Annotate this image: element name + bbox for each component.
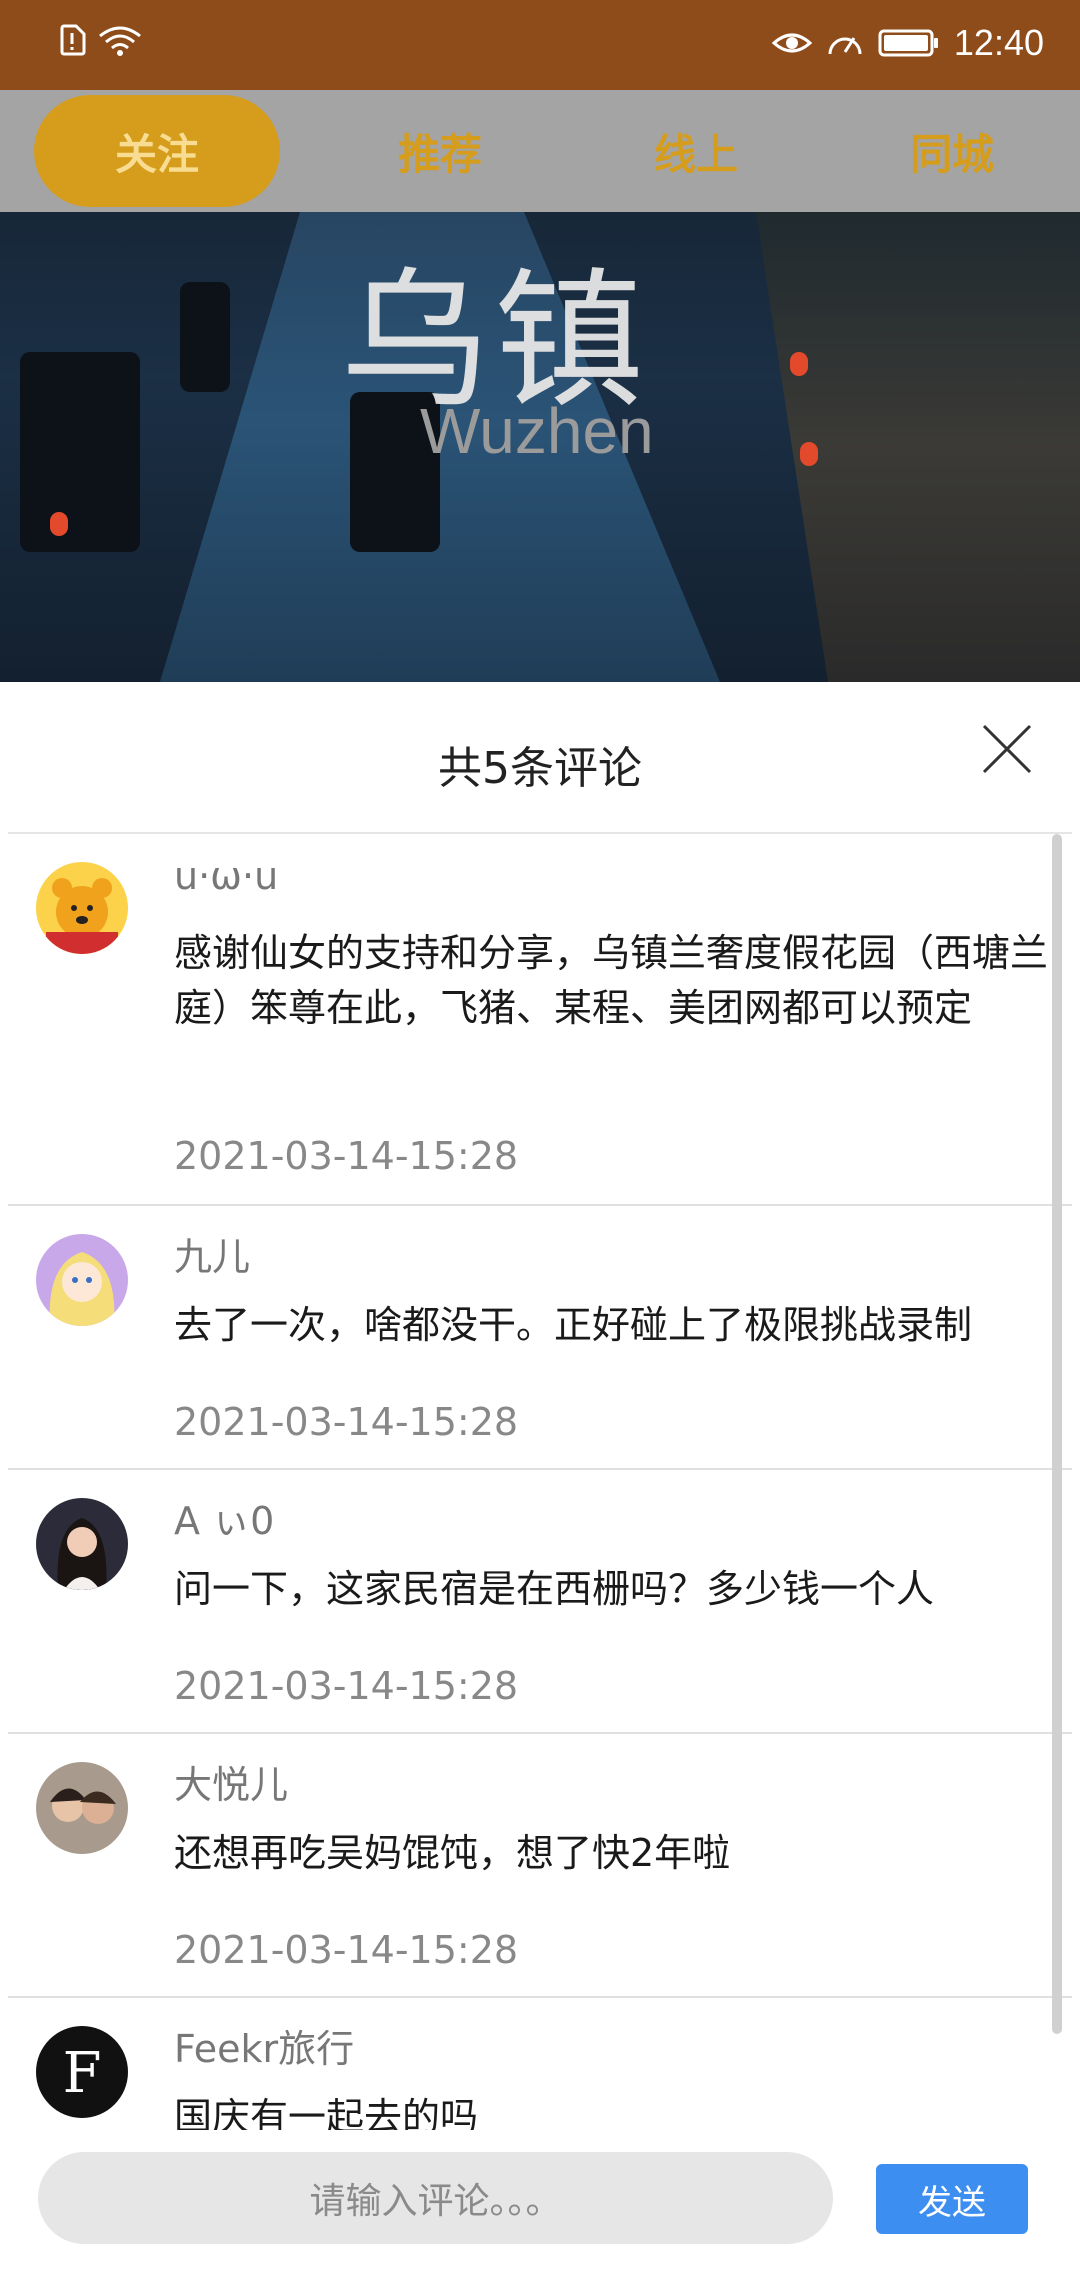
comments-sheet: 共5条评论 u·ω·u 感谢仙女的支持和分享，乌镇兰奢度假花园（西塘兰庭）笨尊在…	[8, 682, 1072, 2272]
comment-date: 2021-03-14-15:28	[174, 1928, 519, 1972]
comment-input[interactable]: 请输入评论。。。	[38, 2152, 833, 2244]
tab-follow[interactable]: 关注	[34, 95, 280, 207]
comment-text: 感谢仙女的支持和分享，乌镇兰奢度假花园（西塘兰庭）笨尊在此，飞猪、某程、美团网都…	[174, 931, 1049, 1030]
houses-shape	[756, 212, 1080, 682]
comment-text: 问一下，这家民宿是在西栅吗？多少钱一个人	[174, 1567, 935, 1611]
status-bar: 12:40	[0, 0, 1080, 90]
boat-shape	[180, 282, 230, 392]
comment-username[interactable]: 九儿	[174, 1226, 250, 1281]
comment-date: 2021-03-14-15:28	[174, 1664, 519, 1708]
comment-text: 还想再吃吴妈馄饨，想了快2年啦	[174, 1831, 731, 1875]
lantern-shape	[800, 442, 818, 466]
battery-icon	[878, 29, 938, 57]
status-left-icons	[58, 24, 144, 56]
comment-item: F Feekr旅行 国庆有一起去的吗	[8, 1998, 1072, 2134]
boat-shape	[20, 352, 140, 552]
comment-username[interactable]: A ぃ0	[174, 1490, 274, 1545]
comment-item: 大悦儿 还想再吃吴妈馄饨，想了快2年啦 2021-03-14-15:28	[8, 1734, 1072, 1998]
status-right-icons: 12:40	[771, 22, 1044, 64]
tab-local[interactable]: 同城	[824, 95, 1080, 207]
sheet-header: 共5条评论	[8, 682, 1072, 834]
comment-item: u·ω·u 感谢仙女的支持和分享，乌镇兰奢度假花园（西塘兰庭）笨尊在此，飞猪、某…	[8, 834, 1072, 1206]
close-icon	[982, 724, 1032, 774]
top-tab-bar: 关注 推荐 线上 同城	[0, 90, 1080, 212]
anime-girl-avatar-icon[interactable]	[36, 1234, 128, 1326]
winnie-avatar-icon[interactable]	[36, 862, 128, 954]
lantern-shape	[50, 512, 68, 536]
comment-text: 去了一次，啥都没干。正好碰上了极限挑战录制	[174, 1303, 973, 1347]
comment-date: 2021-03-14-15:28	[174, 1400, 519, 1444]
feekr-logo-icon[interactable]: F	[36, 2026, 128, 2118]
lantern-shape	[790, 352, 808, 376]
woman-avatar-icon[interactable]	[36, 1498, 128, 1590]
comment-input-bar: 请输入评论。。。 发送	[8, 2152, 1072, 2272]
comment-item: A ぃ0 问一下，这家民宿是在西栅吗？多少钱一个人 2021-03-14-15:…	[8, 1470, 1072, 1734]
comment-list[interactable]: u·ω·u 感谢仙女的支持和分享，乌镇兰奢度假花园（西塘兰庭）笨尊在此，飞猪、某…	[8, 834, 1072, 2134]
sim-alert-icon	[60, 24, 86, 56]
close-button[interactable]	[978, 720, 1036, 778]
tab-recommend[interactable]: 推荐	[312, 95, 568, 207]
send-button[interactable]: 发送	[876, 2164, 1028, 2234]
comment-username[interactable]: u·ω·u	[174, 854, 278, 898]
comment-date: 2021-03-14-15:28	[174, 1134, 519, 1178]
wifi-icon	[99, 26, 141, 56]
comment-text: 国庆有一起去的吗	[174, 2095, 479, 2130]
comment-username[interactable]: 大悦儿	[174, 1754, 288, 1809]
svg-text:F: F	[63, 2041, 102, 2106]
hero-title-en: Wuzhen	[420, 395, 654, 467]
tab-online[interactable]: 线上	[568, 95, 824, 207]
hero-image[interactable]: 乌镇 Wuzhen	[0, 212, 1080, 682]
eye-icon	[771, 33, 812, 53]
status-time: 12:40	[953, 22, 1044, 63]
comments-count-title: 共5条评论	[438, 743, 642, 794]
scrollbar[interactable]	[1052, 834, 1062, 2034]
speed-icon	[828, 37, 862, 55]
comment-item: 九儿 去了一次，啥都没干。正好碰上了极限挑战录制 2021-03-14-15:2…	[8, 1206, 1072, 1470]
comment-username[interactable]: Feekr旅行	[174, 2018, 354, 2073]
couple-avatar-icon[interactable]	[36, 1762, 128, 1854]
